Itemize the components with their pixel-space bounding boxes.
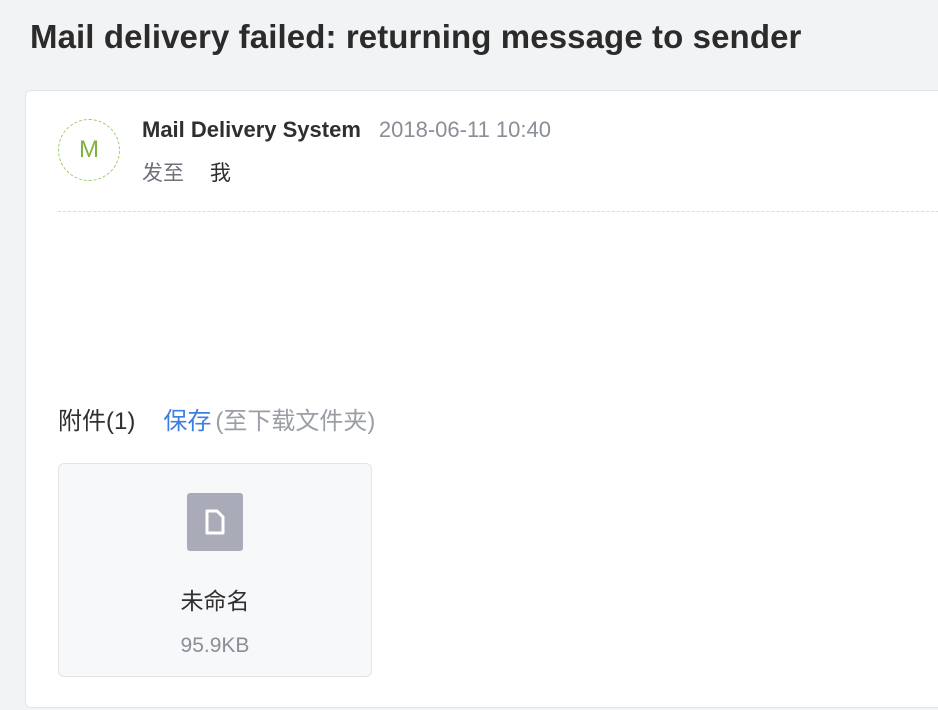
- sender-line: Mail Delivery System 2018-06-11 10:40: [142, 117, 551, 143]
- file-icon: [187, 493, 243, 551]
- email-subject: Mail delivery failed: returning message …: [30, 18, 802, 55]
- header-divider: [58, 211, 938, 212]
- save-hint: (至下载文件夹): [215, 408, 376, 435]
- save-attachments-link[interactable]: 保存: [163, 401, 211, 436]
- attachments-title: 附件(1): [58, 408, 136, 435]
- sent-time: 2018-06-11 10:40: [378, 117, 551, 142]
- attachment-name: 未命名: [180, 588, 250, 614]
- sender-name[interactable]: Mail Delivery System: [142, 117, 361, 143]
- to-label: 发至: [142, 162, 184, 185]
- attachment-size: 95.9KB: [180, 634, 250, 657]
- avatar-letter: M: [79, 136, 99, 163]
- sender-avatar[interactable]: M: [58, 119, 120, 181]
- recipient-line: 发至 我: [142, 157, 231, 187]
- attachments-header: 附件(1) 保存 (至下载文件夹): [58, 401, 375, 436]
- email-message-card: M Mail Delivery System 2018-06-11 10:40 …: [25, 90, 938, 708]
- recipient-name[interactable]: 我: [210, 162, 231, 185]
- attachment-tile[interactable]: 未命名 95.9KB: [58, 463, 372, 677]
